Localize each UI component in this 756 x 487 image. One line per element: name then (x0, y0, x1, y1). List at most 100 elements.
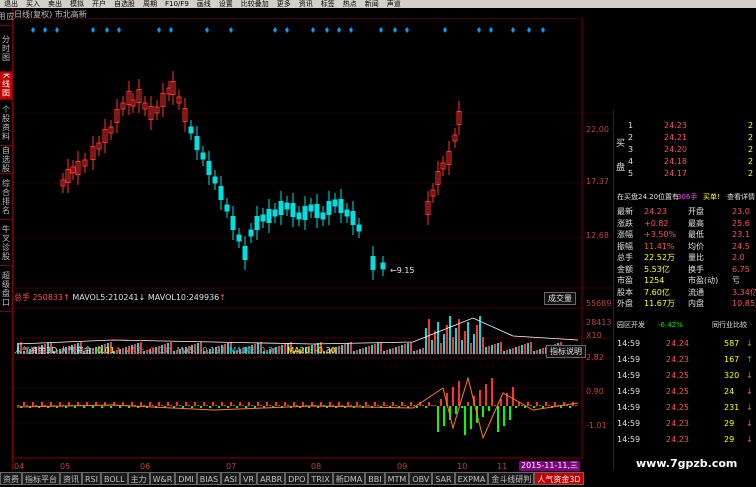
indicator-tab-9[interactable]: ASI (221, 472, 241, 485)
indicator-tab-6[interactable]: W&R (149, 472, 176, 485)
menu-item-9[interactable]: 设置 (215, 0, 237, 8)
order-level: 5 (628, 169, 634, 178)
indicator-bar (527, 402, 529, 406)
tick-time: 14:59 (617, 387, 641, 396)
quote-value-2: 3.34亿 (732, 287, 756, 297)
ma5-value: MA5: -0.19 (176, 346, 221, 355)
volume-bar (506, 350, 508, 354)
quote-row: 总手 22.52万 量比 2.0 (614, 252, 756, 263)
indicator-tab-17[interactable]: OBV (409, 472, 433, 485)
indicator-tab-4[interactable]: BOLL (101, 472, 128, 485)
indicator-bar (404, 405, 406, 406)
indicator-tab-20[interactable]: 金斗线研判 (488, 472, 535, 485)
x-tick-07: 07 (226, 462, 237, 471)
left-tab-1[interactable]: 分时图 (0, 26, 12, 72)
menu-item-2[interactable]: 卖出 (44, 0, 66, 8)
menu-item-10[interactable]: 比较叠加 (237, 0, 273, 8)
indicator-tab-19[interactable]: EXPMA (454, 472, 489, 485)
left-tab-7[interactable]: 超级盘口 (0, 266, 12, 312)
indicator-tab-11[interactable]: ARBR (257, 472, 286, 485)
kline-chart[interactable] (13, 18, 613, 462)
order-level: 2 (628, 133, 634, 142)
volume-bar (482, 337, 484, 354)
menu-item-11[interactable]: 更多 (273, 0, 295, 8)
candle-body (188, 126, 194, 134)
volume-bar (419, 349, 421, 354)
indicator-help-button[interactable]: 指标说明 (546, 345, 586, 358)
menu-item-0[interactable]: 退出 (0, 0, 22, 8)
menu-item-3[interactable]: 模拟 (66, 0, 88, 8)
menu-item-16[interactable]: 声道 (383, 0, 405, 8)
menu-item-12[interactable]: 资讯 (295, 0, 317, 8)
menu-item-5[interactable]: 自选股 (110, 0, 139, 8)
indicator-tab-14[interactable]: 新DMA (332, 472, 366, 485)
notice-detail-link[interactable]: 查看详情 (727, 192, 755, 203)
tick-time: 14:59 (617, 403, 641, 412)
indicator-bar (536, 402, 538, 406)
sector-compare-link[interactable]: 同行业比较 (712, 320, 747, 331)
menu-item-14[interactable]: 热点 (339, 0, 361, 8)
order-price: 24.21 (664, 133, 687, 142)
candle-body (296, 212, 302, 220)
left-tab-3[interactable]: 个股资料 (0, 100, 12, 146)
candle-body (200, 152, 206, 160)
x-tick-05: 05 (60, 462, 71, 471)
volume-bar (512, 348, 514, 354)
indicator-tab-2[interactable]: 资讯 (60, 472, 82, 485)
quote-key: 最新 (617, 207, 633, 216)
indicator-bar (287, 405, 289, 406)
indicator-bar (206, 405, 208, 406)
volume-bar (467, 322, 469, 354)
indicator-tab-10[interactable]: VR (240, 472, 258, 485)
tick-time: 14:59 (617, 339, 641, 348)
indicator-tab-3[interactable]: RSI (82, 472, 101, 485)
candle-body (212, 176, 218, 184)
sector-name[interactable]: 园区开发 (617, 320, 645, 331)
candle-body (248, 229, 254, 237)
indicator-bar (140, 402, 142, 406)
indicator-tab-8[interactable]: BIAS (196, 472, 222, 485)
indicator-tab-12[interactable]: DPO (285, 472, 309, 485)
quote-value-2: 10.85万 (732, 299, 756, 308)
left-tab-5[interactable]: 综合排名 (0, 174, 12, 220)
menu-item-8[interactable]: 画线 (193, 0, 215, 8)
indicator-bar (182, 406, 184, 408)
ma20-value: MA20: -0.30 (287, 346, 336, 355)
indicator-tab-16[interactable]: MTM (384, 472, 410, 485)
left-tab-4[interactable]: 自选股 (0, 146, 12, 174)
indicator-tab-5[interactable]: 主力 (127, 472, 150, 485)
big-order-notice: 在买盘24.20位置有 306手 买单! 查看详情 (614, 192, 756, 203)
indicator-bar (452, 387, 454, 406)
indicator-tab-15[interactable]: BBI (365, 472, 385, 485)
menu-item-13[interactable]: 标签 (317, 0, 339, 8)
indicator-tab-7[interactable]: DMI (175, 472, 197, 485)
volume-value: 250833 (32, 293, 64, 302)
left-tab-6[interactable]: 牛叉诊股 (0, 220, 12, 266)
indicator-bar (233, 405, 235, 406)
indicator-tab-18[interactable]: SAR (432, 472, 455, 485)
quote-value: 24.23 (644, 207, 667, 216)
volume-button[interactable]: 成交量 (544, 292, 576, 305)
tick-price: 24.25 (666, 403, 689, 412)
indicator-bar (293, 402, 295, 406)
indicator-bar (341, 405, 343, 406)
quote-key: 涨幅 (617, 230, 633, 239)
indicator-tab-21[interactable]: 人气资金3D (534, 472, 584, 485)
candle-body (284, 202, 290, 210)
volume-bar (527, 343, 529, 354)
candle-body (218, 186, 224, 200)
left-tab-2[interactable]: K线图 (0, 72, 12, 100)
menu-item-1[interactable]: 买入 (22, 0, 44, 8)
indicator-tab-13[interactable]: TRIX (308, 472, 333, 485)
volume-bar (377, 343, 379, 354)
menu-item-6[interactable]: 周期 (139, 0, 161, 8)
quote-value-2: 亏 (732, 276, 740, 285)
candle-body (254, 216, 260, 230)
indicator-tab-1[interactable]: 指标平台 (22, 472, 60, 485)
menu-item-15[interactable]: 新闻 (361, 0, 383, 8)
indicator-tab-0[interactable]: 资费 (0, 472, 22, 485)
menu-item-4[interactable]: 开户 (88, 0, 110, 8)
menu-item-7[interactable]: F10/F9 (161, 0, 193, 8)
notice-link[interactable]: 买单! (703, 192, 720, 203)
left-tab-0[interactable]: 应用 (0, 8, 15, 26)
